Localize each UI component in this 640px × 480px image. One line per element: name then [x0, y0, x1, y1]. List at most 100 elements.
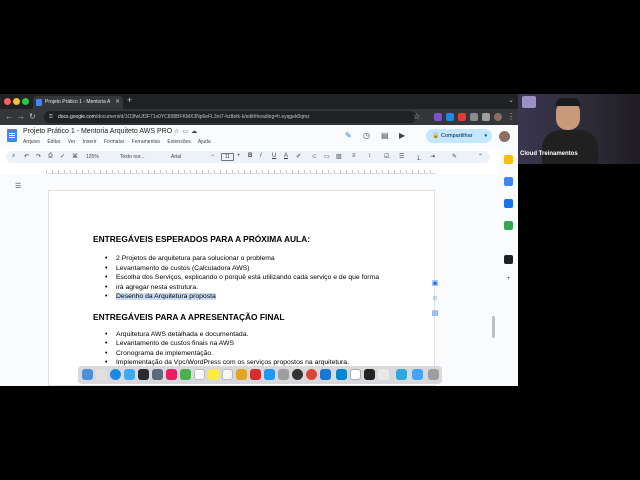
increase-size-icon[interactable]: +: [237, 153, 241, 159]
history-icon[interactable]: ◷: [363, 131, 370, 140]
paint-format-icon[interactable]: ⌘: [72, 153, 78, 160]
app-icon[interactable]: [292, 369, 303, 380]
photos-icon[interactable]: [166, 369, 177, 380]
menu-dots-icon[interactable]: ⋮: [507, 112, 515, 121]
editing-mode-icon[interactable]: ✎: [452, 153, 457, 160]
search-icon[interactable]: ⌕: [12, 153, 15, 160]
launchpad-icon[interactable]: [96, 369, 107, 380]
profile-avatar[interactable]: [494, 113, 502, 121]
chevron-down-icon[interactable]: ▾: [484, 129, 487, 143]
bullet-list-icon[interactable]: ☰: [399, 153, 404, 160]
reload-icon[interactable]: ↻: [29, 112, 36, 121]
menu-insert[interactable]: Inserir: [83, 139, 97, 145]
outline-icon[interactable]: ☰: [15, 182, 21, 190]
menu-tools[interactable]: Ferramentas: [132, 139, 160, 145]
bold-icon[interactable]: B: [248, 153, 252, 159]
app-icon[interactable]: [364, 369, 375, 380]
image-icon[interactable]: ▨: [336, 153, 342, 160]
redo-icon[interactable]: ↷: [36, 153, 41, 160]
menu-file[interactable]: Arquivo: [23, 139, 40, 145]
finder-icon[interactable]: [82, 369, 93, 380]
doc-title[interactable]: Projeto Prático 1 - Mentoria Arquiteto A…: [23, 128, 172, 135]
back-icon[interactable]: ←: [5, 112, 13, 121]
add-addon-icon[interactable]: +: [504, 275, 513, 284]
browser-tab[interactable]: Projeto Prático 1 - Mentoria A ✕: [33, 96, 123, 109]
highlight-icon[interactable]: ✐: [296, 153, 301, 160]
menu-format[interactable]: Formatar: [104, 139, 124, 145]
share-button[interactable]: 🔒 Compartilhar ▾: [426, 129, 492, 143]
music-icon[interactable]: [250, 369, 261, 380]
chevron-up-icon[interactable]: ⌃: [478, 153, 483, 160]
extensions-puzzle-icon[interactable]: [470, 113, 478, 121]
comment-icon[interactable]: ▤: [381, 131, 389, 140]
move-folder-icon[interactable]: ▭: [182, 129, 191, 135]
align-icon[interactable]: ≡: [352, 153, 356, 159]
preview-icon[interactable]: [378, 369, 389, 380]
font-size-input[interactable]: 11: [221, 153, 234, 161]
maximize-window-button[interactable]: [22, 98, 29, 105]
forward-icon[interactable]: →: [17, 112, 25, 121]
decrease-size-icon[interactable]: −: [211, 153, 215, 159]
minimize-window-button[interactable]: [13, 98, 20, 105]
undo-icon[interactable]: ↶: [24, 153, 29, 160]
print-icon[interactable]: ⎙: [48, 153, 53, 160]
app-icon[interactable]: [336, 369, 347, 380]
cloud-status-icon[interactable]: ☁: [191, 129, 200, 135]
tab-close-icon[interactable]: ✕: [115, 96, 120, 109]
terminal-icon[interactable]: [138, 369, 149, 380]
tasks-icon[interactable]: [504, 177, 513, 186]
scrollbar[interactable]: [492, 316, 495, 338]
zoom-icon[interactable]: [320, 369, 331, 380]
suggest-edits-icon[interactable]: ▤: [430, 309, 440, 319]
text-color-icon[interactable]: A: [284, 153, 288, 159]
downloads-folder-icon[interactable]: [412, 369, 423, 380]
link-icon[interactable]: ⊂: [312, 153, 317, 160]
menu-help[interactable]: Ajuda: [198, 139, 211, 145]
safari-icon[interactable]: [110, 369, 121, 380]
maps-icon[interactable]: [504, 221, 513, 230]
add-comment-side-icon[interactable]: ▣: [430, 279, 440, 289]
style-select[interactable]: Texto nor...: [120, 154, 144, 160]
contacts-icon[interactable]: [504, 199, 513, 208]
font-select[interactable]: Arial: [171, 154, 181, 160]
add-comment-icon[interactable]: ▭: [324, 153, 330, 160]
notion-icon[interactable]: [350, 369, 361, 380]
url-input[interactable]: ⚿ docs.google.com/document/d/1O3fwUf3F71…: [44, 111, 416, 123]
reminders-icon[interactable]: [222, 369, 233, 380]
app-store-icon[interactable]: [264, 369, 275, 380]
mail-icon[interactable]: [124, 369, 135, 380]
facetime-icon[interactable]: [180, 369, 191, 380]
numbered-list-icon[interactable]: ⒈: [416, 153, 422, 162]
menu-edit[interactable]: Editar: [47, 139, 60, 145]
italic-icon[interactable]: I: [260, 153, 262, 159]
bookmark-star-icon[interactable]: ☆: [413, 112, 420, 121]
calendar-icon[interactable]: [194, 369, 205, 380]
extension-icon[interactable]: [446, 113, 454, 121]
folder-icon[interactable]: [236, 369, 247, 380]
addon-icon[interactable]: [504, 255, 513, 264]
settings-icon[interactable]: [278, 369, 289, 380]
close-window-button[interactable]: [4, 98, 11, 105]
app-icon[interactable]: [152, 369, 163, 380]
gemini-icon[interactable]: ✎: [345, 131, 352, 140]
chevron-down-icon[interactable]: ⌄: [508, 96, 514, 104]
keep-icon[interactable]: [504, 155, 513, 164]
extension-icon[interactable]: [434, 113, 442, 121]
notes-icon[interactable]: [208, 369, 219, 380]
line-spacing-icon[interactable]: ↕: [368, 153, 371, 159]
emoji-reaction-icon[interactable]: ☺: [430, 294, 440, 304]
checklist-icon[interactable]: ☑: [384, 153, 389, 160]
avatar[interactable]: [499, 131, 510, 142]
chrome-icon[interactable]: [306, 369, 317, 380]
indent-icon[interactable]: ⇥: [430, 153, 435, 160]
underline-icon[interactable]: U: [272, 153, 276, 159]
menu-extensions[interactable]: Extensões: [167, 139, 190, 145]
sidepanel-icon[interactable]: [482, 113, 490, 121]
screen-share-icon[interactable]: [396, 369, 407, 380]
new-tab-button[interactable]: +: [127, 95, 132, 105]
document-content[interactable]: ENTREGÁVEIS ESPERADOS PARA A PRÓXIMA AUL…: [93, 234, 393, 368]
meet-icon[interactable]: ▶: [399, 131, 405, 140]
menu-view[interactable]: Ver: [68, 139, 76, 145]
extension-icon[interactable]: [458, 113, 466, 121]
docs-icon[interactable]: [7, 129, 17, 142]
